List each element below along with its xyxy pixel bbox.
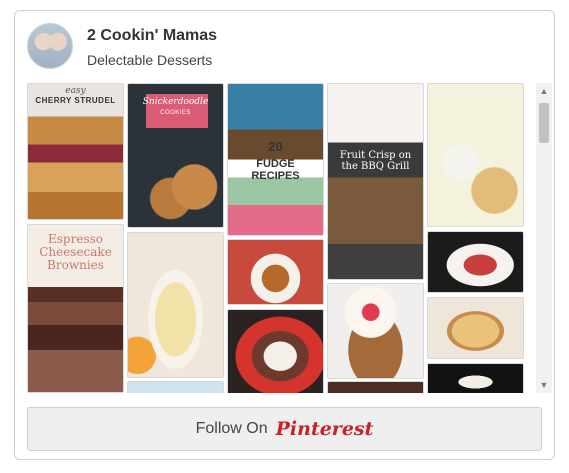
pin-text-sub: COOKIES (160, 110, 191, 116)
pin-hot-chocolate[interactable] (227, 309, 324, 393)
profile-name[interactable]: 2 Cookin' Mamas (87, 27, 217, 45)
pin-berry-cobbler[interactable] (327, 283, 424, 379)
follow-label: Follow On (195, 420, 268, 437)
widget-header: 2 Cookin' Mamas Delectable Desserts (15, 11, 554, 81)
scrollbar-thumb[interactable] (539, 103, 549, 143)
pin-dessert-bottom[interactable] (127, 381, 224, 393)
pin-text-main: CHERRY STRUDEL (35, 96, 116, 105)
pin-grid-scrollbar[interactable]: ▲ ▼ (536, 83, 552, 393)
pin-cinnamon-rolls[interactable] (227, 239, 324, 305)
pin-text-main: FUDGE RECIPES (251, 158, 300, 183)
pin-espresso-brownies[interactable]: Espresso Cheesecake Brownies (27, 224, 124, 393)
follow-on-pinterest-button[interactable]: Follow On Pinterest (27, 407, 542, 451)
pin-text-main: Espresso Cheesecake Brownies (39, 232, 112, 273)
scroll-down-icon[interactable]: ▼ (536, 377, 552, 393)
pin-snickerdoodle-cookies[interactable]: Snickerdoodle COOKIES (127, 83, 224, 228)
pin-text-num: 20 (268, 139, 283, 154)
pin-cherry-strudel[interactable]: easy CHERRY STRUDEL (27, 83, 124, 220)
pin-custard-pie[interactable] (427, 297, 524, 359)
pin-coffee-cake[interactable] (427, 363, 524, 393)
pin-lemon-pudding[interactable] (127, 232, 224, 378)
scroll-up-icon[interactable]: ▲ (536, 83, 552, 99)
pin-dessert-strip[interactable] (327, 381, 424, 393)
avatar[interactable] (27, 23, 73, 69)
pinterest-logo: Pinterest (275, 418, 374, 440)
pinterest-board-widget: 2 Cookin' Mamas Delectable Desserts easy… (14, 10, 555, 460)
pin-grid: easy CHERRY STRUDEL Espresso Cheesecake … (27, 83, 539, 393)
pin-fudge-recipes[interactable]: 20 FUDGE RECIPES (227, 83, 324, 236)
pin-cherry-pie-slice[interactable] (427, 231, 524, 293)
pin-text-main: Fruit Crisp on the BBQ Grill (339, 150, 412, 172)
pin-sugar-cookies[interactable] (427, 83, 524, 227)
pin-fruit-crisp[interactable]: Fruit Crisp on the BBQ Grill (327, 83, 424, 280)
board-name[interactable]: Delectable Desserts (87, 52, 212, 68)
pin-text-main: Snickerdoodle (142, 97, 209, 107)
